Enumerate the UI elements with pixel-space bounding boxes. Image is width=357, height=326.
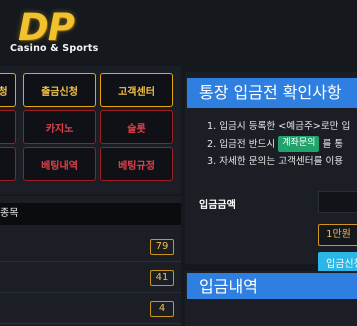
- nav-label: 청: [0, 86, 8, 98]
- nav-deposit-button[interactable]: 청: [0, 73, 16, 107]
- deposit-amount-input[interactable]: [318, 191, 357, 213]
- nav-support-button[interactable]: 고객센터: [100, 73, 173, 107]
- nav-casino-button[interactable]: 카지노: [23, 110, 96, 144]
- sport-row[interactable]: 41: [0, 263, 181, 293]
- sport-count-badge: 4: [150, 301, 174, 317]
- deposit-history-panel: 입금내역: [185, 271, 357, 326]
- brand-logo[interactable]: DP Casino & Sports: [8, 6, 98, 60]
- sport-count-badge: 79: [150, 239, 174, 255]
- notice-line-2-pre: 2. 입금전 반드시: [207, 138, 276, 150]
- add-10k-button[interactable]: 1만원: [318, 224, 357, 246]
- notice-line-2: 2. 입금전 반드시 계좌문의 를 통: [207, 135, 357, 154]
- nav-withdraw-button[interactable]: 출금신청: [23, 73, 96, 107]
- nav-bet-rules-button[interactable]: 베팅규정: [100, 147, 173, 181]
- nav-bet-history-button[interactable]: 베팅내역: [23, 147, 96, 181]
- deposit-history-title: 입금내역: [187, 273, 357, 299]
- nav-minigame-button[interactable]: [0, 147, 16, 181]
- nav-label: 고객센터: [118, 86, 155, 98]
- sport-list-header: 종목: [0, 203, 181, 225]
- logo-tagline: Casino & Sports: [10, 43, 99, 54]
- nav-sports-button[interactable]: [0, 110, 16, 144]
- notice-line-2-post: 를 통: [322, 138, 344, 150]
- nav-label: 베팅내역: [41, 160, 78, 172]
- sport-row[interactable]: 4: [0, 294, 181, 324]
- notice-line-1: 1. 입금시 등록한 <예금주>로만 입: [207, 121, 351, 132]
- deposit-amount-label: 입금금액: [199, 200, 236, 211]
- notice-list: 1. 입금시 등록한 <예금주>로만 입 2. 입금전 반드시 계좌문의 를 통…: [207, 118, 357, 171]
- notice-line-3: 3. 자세한 문의는 고객센터를 이용: [207, 156, 344, 167]
- sport-count-badge: 41: [150, 270, 174, 286]
- header: DP Casino & Sports: [0, 0, 357, 66]
- account-inquiry-button[interactable]: 계좌문의: [278, 135, 320, 152]
- nav-label: 베팅규정: [118, 160, 155, 172]
- notice-title: 통장 입금전 확인사항: [187, 78, 357, 108]
- sport-list: 종목 79 41 4: [0, 196, 181, 326]
- sport-row[interactable]: 79: [0, 232, 181, 262]
- nav-label: 슬롯: [127, 123, 146, 135]
- quick-menu-panel: 청 출금신청 고객센터 카지노 슬롯 베팅내역 베팅규정: [0, 66, 181, 194]
- nav-label: 카지노: [45, 123, 74, 135]
- nav-slot-button[interactable]: 슬롯: [100, 110, 173, 144]
- nav-label: 출금신청: [41, 86, 78, 98]
